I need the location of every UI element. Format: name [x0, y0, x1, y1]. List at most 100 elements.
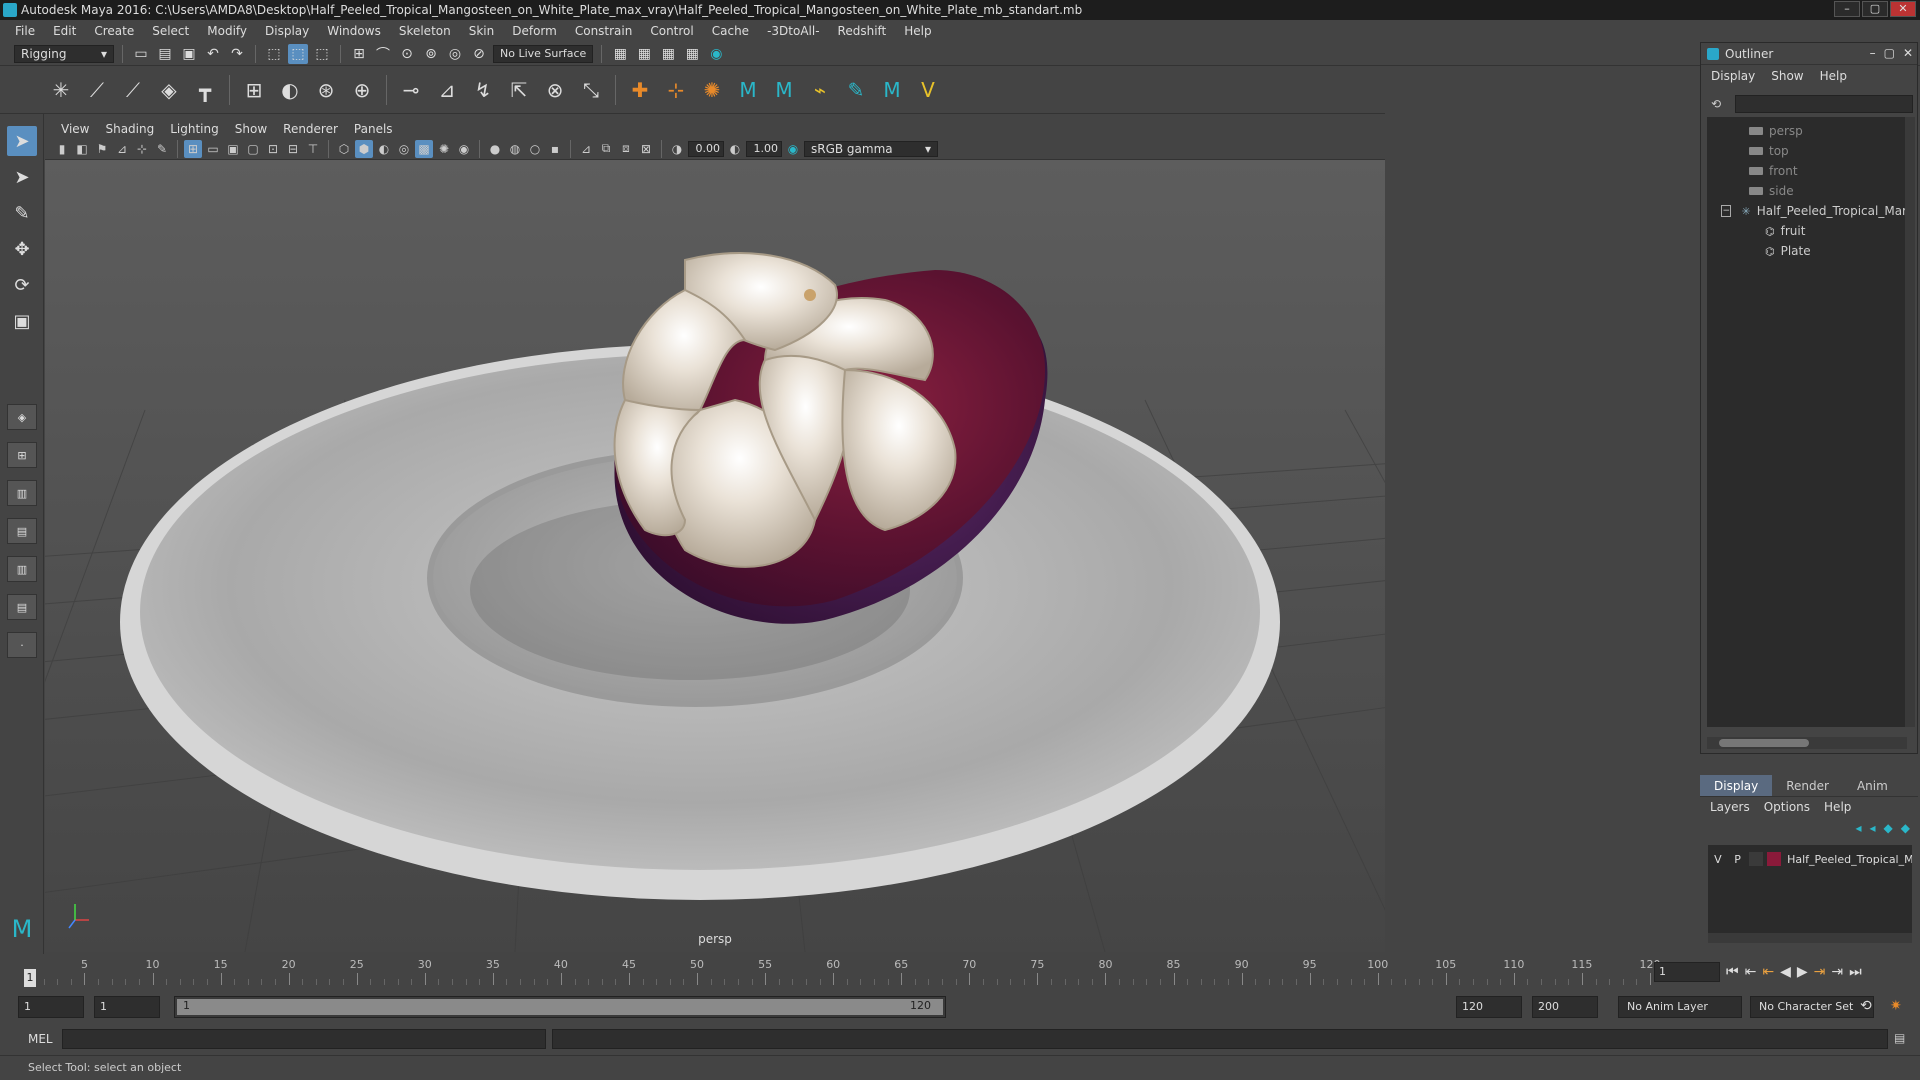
go-to-start-icon[interactable]: ⏮ — [1726, 964, 1739, 980]
orient-constraint-icon[interactable]: ↯ — [467, 73, 499, 107]
single-pane-layout-button[interactable]: ◈ — [7, 404, 37, 430]
menu-3dtoall[interactable]: -3DtoAll- — [758, 24, 828, 38]
bookmark-icon[interactable]: ⚑ — [93, 140, 111, 158]
grease-pencil-icon[interactable]: ✎ — [153, 140, 171, 158]
tab-anim[interactable]: Anim — [1843, 775, 1902, 796]
paint-tool-icon[interactable]: ⌁ — [804, 73, 836, 107]
scale-constraint-icon[interactable]: ⇱ — [503, 73, 535, 107]
xray-icon[interactable]: ⧉ — [597, 140, 615, 158]
film-gate-icon[interactable]: ▭ — [204, 140, 222, 158]
menu-redshift[interactable]: Redshift — [829, 24, 896, 38]
custom-layout-button[interactable]: ▤ — [7, 594, 37, 620]
menu-create[interactable]: Create — [85, 24, 143, 38]
safe-action-icon[interactable]: ⊟ — [284, 140, 302, 158]
layer-horizontal-scrollbar[interactable] — [1708, 933, 1912, 943]
panel-menu-panels[interactable]: Panels — [346, 122, 401, 136]
play-backward-icon[interactable]: ◀ — [1780, 964, 1791, 980]
parent-constraint-icon[interactable]: ⊗ — [539, 73, 571, 107]
point-constraint-icon[interactable]: ⊸ — [395, 73, 427, 107]
close-icon[interactable]: ✕ — [1903, 46, 1913, 60]
ik-spline-icon[interactable]: ⟋ — [117, 73, 149, 107]
minimize-button[interactable]: – — [1834, 1, 1860, 17]
character-icon[interactable]: M — [732, 73, 764, 107]
live-surface-field[interactable]: No Live Surface — [493, 44, 594, 63]
select-tool-icon[interactable]: ➤ — [7, 126, 37, 156]
hik-icon[interactable]: ✺ — [696, 73, 728, 107]
character-set-icon[interactable]: M — [768, 73, 800, 107]
menu-skeleton[interactable]: Skeleton — [390, 24, 460, 38]
wireframe-on-shaded-icon[interactable]: ◎ — [395, 140, 413, 158]
2d-pan-zoom-icon[interactable]: ⊹ — [133, 140, 151, 158]
layer-menu-help[interactable]: Help — [1824, 800, 1851, 814]
select-component-icon[interactable]: ⬚ — [312, 44, 332, 64]
maximize-icon[interactable]: ▢ — [1884, 46, 1895, 60]
new-scene-icon[interactable]: ▭ — [131, 44, 151, 64]
outliner-menu-display[interactable]: Display — [1711, 69, 1755, 83]
layer-playback-toggle[interactable]: P — [1728, 853, 1748, 866]
new-layer-icon[interactable]: ◆ — [1884, 821, 1893, 835]
menu-constrain[interactable]: Constrain — [566, 24, 642, 38]
lattice-icon[interactable]: ⊛ — [310, 73, 342, 107]
default-material-icon[interactable]: ◐ — [375, 140, 393, 158]
current-frame-marker[interactable]: 1 — [24, 969, 36, 987]
menu-display[interactable]: Display — [256, 24, 318, 38]
paint-weights-icon[interactable]: ◐ — [274, 73, 306, 107]
outliner-search-input[interactable] — [1735, 95, 1913, 113]
menu-set-dropdown[interactable]: Rigging ▾ — [14, 44, 114, 63]
shadows-icon[interactable]: ◉ — [455, 140, 473, 158]
playback-end-field[interactable]: 120 — [1456, 996, 1522, 1018]
screen-space-ao-icon[interactable]: ● — [486, 140, 504, 158]
textured-icon[interactable]: ▩ — [415, 139, 433, 158]
undo-icon[interactable]: ↶ — [203, 44, 223, 64]
menu-cache[interactable]: Cache — [703, 24, 758, 38]
outliner-item-front[interactable]: front — [1707, 161, 1907, 181]
ik-handle-icon[interactable]: ⟋ — [81, 73, 113, 107]
start-time-field[interactable]: 1 — [18, 996, 84, 1018]
save-scene-icon[interactable]: ▣ — [179, 44, 199, 64]
xray-joints-icon[interactable]: ⧈ — [617, 140, 635, 158]
cluster-icon[interactable]: ⊕ — [346, 73, 378, 107]
outliner-item-fruit[interactable]: ⌬ fruit — [1707, 221, 1907, 241]
layer-menu-options[interactable]: Options — [1764, 800, 1810, 814]
image-plane-icon[interactable]: ⊿ — [113, 140, 131, 158]
camera-select-icon[interactable]: ▮ — [53, 140, 71, 158]
menu-windows[interactable]: Windows — [318, 24, 390, 38]
colorspace-dropdown[interactable]: sRGB gamma ▾ — [804, 140, 938, 157]
redo-icon[interactable]: ↷ — [227, 44, 247, 64]
open-scene-icon[interactable]: ▤ — [155, 44, 175, 64]
step-forward-key-icon[interactable]: ⇥ — [1831, 964, 1843, 980]
animation-preferences-icon[interactable]: ✷ — [1890, 998, 1902, 1014]
v-icon[interactable]: V — [912, 73, 944, 107]
new-layer-from-selected-icon[interactable]: ◆ — [1901, 821, 1910, 835]
render-view-icon[interactable]: ▦ — [682, 44, 702, 64]
scrollbar-thumb[interactable] — [1719, 739, 1809, 747]
outliner-vertical-scrollbar[interactable] — [1905, 117, 1915, 727]
paint-select-tool-icon[interactable]: ✎ — [7, 198, 37, 228]
menu-select[interactable]: Select — [143, 24, 198, 38]
range-slider[interactable]: 1 120 — [174, 996, 946, 1018]
render-frame-icon[interactable]: ▦ — [634, 44, 654, 64]
snap-grid-icon[interactable]: ⊞ — [349, 44, 369, 64]
color-management-icon[interactable]: ◉ — [784, 140, 802, 158]
wireframe-icon[interactable]: ⬡ — [335, 140, 353, 158]
lasso-tool-icon[interactable]: ➤ — [7, 162, 37, 192]
field-chart-icon[interactable]: ⊡ — [264, 140, 282, 158]
layer-type-toggle[interactable] — [1749, 852, 1764, 866]
menu-file[interactable]: File — [6, 24, 44, 38]
anti-aliasing-icon[interactable]: ○ — [526, 140, 544, 158]
menu-skin[interactable]: Skin — [460, 24, 504, 38]
isolate-select-icon[interactable]: ⊿ — [577, 140, 595, 158]
go-to-end-icon[interactable]: ⏭ — [1849, 964, 1862, 980]
tab-render[interactable]: Render — [1772, 775, 1843, 796]
locator-icon[interactable]: ✚ — [624, 73, 656, 107]
exposure-field[interactable]: 0.00 — [688, 140, 724, 157]
playback-start-field[interactable]: 1 — [94, 996, 160, 1018]
use-all-lights-icon[interactable]: ✺ — [435, 140, 453, 158]
layer-row[interactable]: V P Half_Peeled_Tropical_M — [1708, 849, 1912, 869]
play-forward-icon[interactable]: ▶ — [1797, 964, 1808, 980]
joint-tool-icon[interactable]: ✳ — [45, 73, 77, 107]
move-layer-down-icon[interactable]: ◂ — [1870, 821, 1876, 835]
outliner-menu-help[interactable]: Help — [1820, 69, 1847, 83]
graph-persp-layout-button[interactable]: ▥ — [7, 556, 37, 582]
maximize-button[interactable]: ▢ — [1862, 1, 1888, 17]
